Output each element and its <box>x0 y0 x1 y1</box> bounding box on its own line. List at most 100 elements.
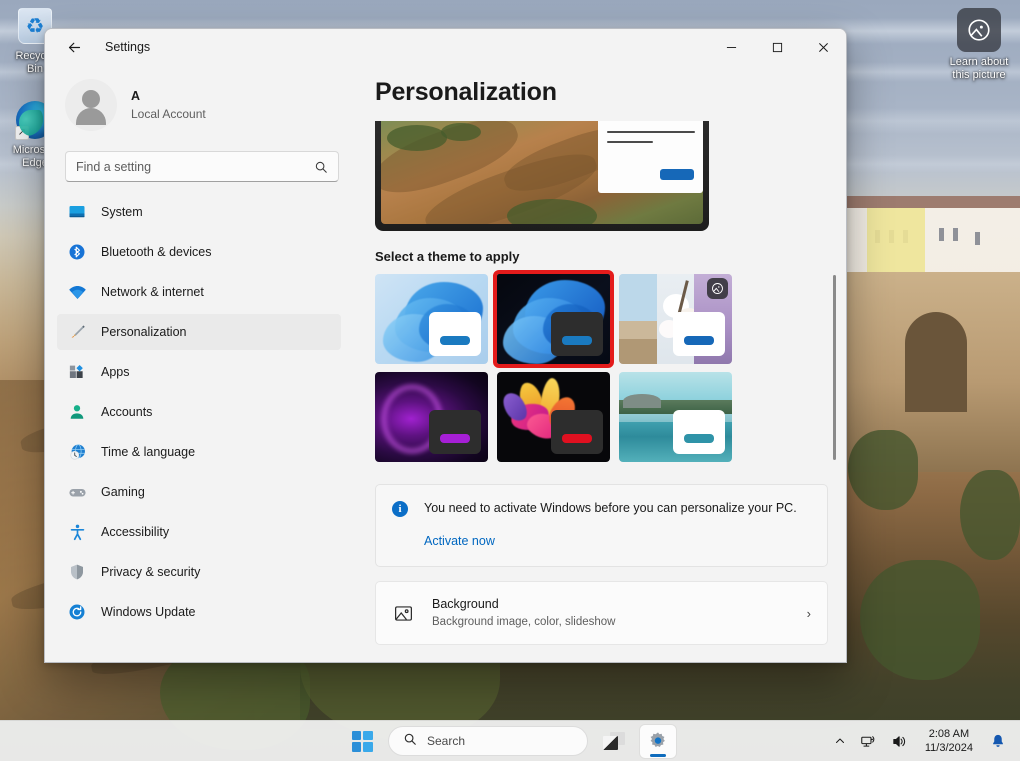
image-icon <box>392 603 414 624</box>
mock-line <box>607 141 653 143</box>
sidebar-item-system[interactable]: System <box>57 194 341 230</box>
chevron-right-icon: › <box>806 605 811 621</box>
sidebar-item-windows-update[interactable]: Windows Update <box>57 594 341 630</box>
theme-window-preview <box>551 312 603 356</box>
tray-notifications-button[interactable] <box>984 725 1012 758</box>
taskbar-center-group: Search <box>344 724 676 758</box>
wallpaper-town <box>845 196 1020 272</box>
content-scrollbar[interactable] <box>830 125 840 656</box>
search-icon <box>314 160 328 174</box>
info-icon: i <box>392 501 408 517</box>
theme-window-preview <box>429 312 481 356</box>
tray-show-hidden-icons[interactable] <box>828 725 852 758</box>
sidebar-item-time-language[interactable]: Time & language <box>57 434 341 470</box>
theme-tile[interactable] <box>619 274 732 364</box>
sidebar-item-apps[interactable]: Apps <box>57 354 341 390</box>
network-tray-icon <box>861 735 875 747</box>
taskbar-search-label: Search <box>427 734 466 748</box>
mock-line <box>607 131 695 133</box>
sidebar-item-accounts[interactable]: Accounts <box>57 394 341 430</box>
sidebar-item-privacy-security[interactable]: Privacy & security <box>57 554 341 590</box>
sidebar-item-gaming[interactable]: Gaming <box>57 474 341 510</box>
window-titlebar: Settings <box>45 29 846 65</box>
picture-info-icon <box>957 8 1001 52</box>
theme-accent-swatch <box>684 336 714 345</box>
sidebar-item-personalization[interactable]: Personalization <box>57 314 341 350</box>
content-pane: Personalization Select a theme to apply … <box>351 65 846 662</box>
activate-now-link[interactable]: Activate now <box>424 534 495 548</box>
taskbar-active-indicator <box>650 753 666 757</box>
theme-accent-swatch <box>562 336 592 345</box>
sidebar-item-label: Accessibility <box>101 525 170 539</box>
system-tray: 2:08 AM 11/3/2024 <box>828 725 1012 758</box>
back-button[interactable] <box>57 32 91 62</box>
theme-window-preview <box>551 410 603 454</box>
setting-row-background[interactable]: Background Background image, color, slid… <box>375 581 828 645</box>
privacy-security-icon <box>67 562 87 582</box>
theme-accent-swatch <box>440 336 470 345</box>
tray-clock[interactable]: 2:08 AM 11/3/2024 <box>916 725 982 758</box>
search-icon <box>403 732 417 751</box>
apps-icon <box>67 362 87 382</box>
sidebar-item-label: Bluetooth & devices <box>101 245 212 259</box>
scroll-area: Select a theme to apply i You need to ac… <box>371 121 846 662</box>
theme-tile[interactable] <box>375 274 488 364</box>
setting-row-title: Background <box>432 597 499 611</box>
tray-volume-button[interactable] <box>885 725 914 758</box>
system-icon <box>67 202 87 222</box>
bell-icon <box>993 734 1003 747</box>
theme-window-preview <box>673 410 725 454</box>
start-button[interactable] <box>344 725 380 758</box>
theme-tile[interactable] <box>619 372 732 462</box>
tray-time: 2:08 AM <box>928 728 970 740</box>
mock-accent-button <box>660 169 694 180</box>
chevron-up-icon <box>835 738 844 743</box>
sidebar-item-bluetooth-devices[interactable]: Bluetooth & devices <box>57 234 341 270</box>
settings-window: Settings A Local Account Find a setting … <box>44 28 847 663</box>
sidebar-item-label: Windows Update <box>101 605 196 619</box>
theme-window-preview <box>429 410 481 454</box>
windows-start-icon <box>351 730 373 752</box>
theme-tile[interactable] <box>497 372 610 462</box>
taskbar-app-settings[interactable] <box>640 724 676 758</box>
maximize-button[interactable] <box>754 29 800 65</box>
sidebar-nav: System Bluetooth & devices Network & int… <box>57 194 351 662</box>
settings-gear-icon <box>650 732 665 748</box>
window-body: A Local Account Find a setting System Bl… <box>45 65 846 662</box>
theme-tile[interactable] <box>493 270 614 368</box>
search-input[interactable] <box>76 159 314 174</box>
account-type: Local Account <box>131 106 206 121</box>
accessibility-icon <box>67 522 87 542</box>
scrollbar-thumb[interactable] <box>833 275 836 460</box>
wallpaper-bridge-arch <box>905 312 967 412</box>
sidebar-item-network-internet[interactable]: Network & internet <box>57 274 341 310</box>
desktop-widget-learn-about-picture[interactable]: Learn about this picture <box>942 8 1016 82</box>
theme-tile[interactable] <box>375 372 488 462</box>
volume-icon <box>893 735 905 747</box>
theme-window-preview <box>673 312 725 356</box>
account-name: A <box>131 88 141 103</box>
account-block[interactable]: A Local Account <box>57 65 351 147</box>
avatar <box>65 79 117 131</box>
minimize-button[interactable] <box>708 29 754 65</box>
sidebar-item-accessibility[interactable]: Accessibility <box>57 514 341 550</box>
window-title: Settings <box>105 40 151 54</box>
desktop-widget-label: Learn about <box>949 56 1009 68</box>
preview-mock-window <box>598 121 703 193</box>
search-box[interactable] <box>65 151 339 182</box>
sidebar-item-label: Privacy & security <box>101 565 201 579</box>
desktop: Recycle Bin ↗ Microsoft Edge Learn about… <box>0 0 1020 761</box>
page-title: Personalization <box>375 78 557 106</box>
shortcut-arrow-icon: ↗ <box>15 126 29 140</box>
theme-accent-swatch <box>684 434 714 443</box>
sidebar: A Local Account Find a setting System Bl… <box>45 65 351 662</box>
tray-network-button[interactable] <box>854 725 883 758</box>
task-view-button[interactable] <box>596 725 632 758</box>
theme-grid <box>375 270 822 462</box>
taskbar-search-box[interactable]: Search <box>388 726 588 756</box>
activation-message: You need to activate Windows before you … <box>424 501 797 515</box>
activation-banner: i You need to activate Windows before yo… <box>375 484 828 567</box>
close-button[interactable] <box>800 29 846 65</box>
theme-accent-swatch <box>440 434 470 443</box>
sidebar-item-label: System <box>101 205 143 219</box>
